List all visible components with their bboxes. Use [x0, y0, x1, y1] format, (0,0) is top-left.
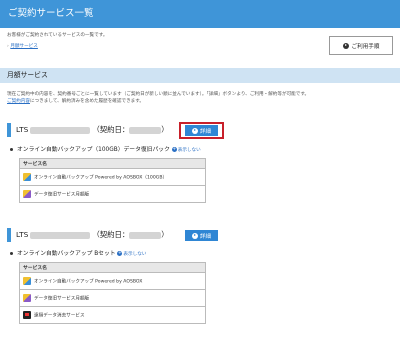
- hide-details-link[interactable]: + 表示しない: [117, 251, 147, 257]
- detail-button-label: 詳細: [199, 128, 211, 135]
- nav-link-label: 月額サービス: [10, 44, 38, 49]
- hide-details-label: 表示しない: [123, 252, 147, 257]
- contract-date-close: ）: [161, 125, 169, 134]
- section-description-2: ご契約内容につきまして、解約済みを含めた履歴を確認できます。: [7, 99, 144, 105]
- plan-name: オンライン自動バックアップ Bセット: [17, 251, 116, 257]
- contract-marker: [7, 123, 11, 137]
- service-table: サービス名 オンライン自動バックアップ Powered by AOSBOX デー…: [19, 262, 206, 324]
- detail-button-label: 詳細: [199, 233, 211, 240]
- contract-history-link[interactable]: ご契約内容: [7, 99, 30, 104]
- table-row: オンライン自動バックアップ Powered by AOSBOX: [19, 272, 206, 290]
- contract-prefix: LTS: [16, 230, 29, 239]
- table-header: サービス名: [19, 262, 206, 273]
- section-description-tail: につきまして、解約済みを含めた履歴を確認できます。: [29, 99, 145, 104]
- service-name: 遠隔データ消去サービス: [34, 313, 85, 319]
- play-icon: [191, 127, 198, 134]
- table-row: オンライン自動バックアップ Powered by AOSBOX（100GB）: [19, 168, 206, 186]
- bullet-icon: [10, 252, 13, 255]
- plan-item: オンライン自動バックアップ（100GB）データ復旧パック + 表示しない: [10, 146, 201, 155]
- table-row: データ復旧サービス月額版: [19, 185, 206, 203]
- redacted-contract-date: [129, 231, 162, 239]
- hide-details-label: 表示しない: [177, 148, 201, 153]
- service-name: オンライン自動バックアップ Powered by AOSBOX（100GB）: [34, 175, 168, 181]
- data-erase-icon: [23, 311, 31, 319]
- page-title: ご契約サービス一覧: [0, 0, 400, 28]
- table-row: データ復旧サービス月額版: [19, 289, 206, 307]
- data-recovery-icon: [23, 190, 31, 198]
- service-name: データ復旧サービス月額版: [34, 192, 90, 198]
- service-table: サービス名 オンライン自動バックアップ Powered by AOSBOX（10…: [19, 158, 206, 203]
- redacted-contract-number: [30, 231, 91, 239]
- backup-icon: [23, 173, 31, 181]
- usage-guide-label: ご利用手順: [351, 43, 380, 50]
- page-intro: お客様がご契約されているサービスの一覧です。: [7, 33, 108, 38]
- redacted-contract-number: [30, 126, 91, 134]
- contract-marker: [7, 228, 11, 242]
- plan-name: オンライン自動バックアップ（100GB）データ復旧パック: [17, 147, 170, 153]
- contract-header: LTS （契約日： ）: [16, 228, 169, 242]
- data-recovery-icon: [23, 294, 31, 302]
- usage-guide-button[interactable]: ご利用手順: [329, 36, 393, 55]
- service-name: オンライン自動バックアップ Powered by AOSBOX: [34, 279, 143, 285]
- section-description: 現在ご契約中の内容を、契約番号ごとに一覧しています（ご契約日が新しい順に並んでい…: [7, 92, 310, 97]
- contract-prefix: LTS: [16, 125, 29, 134]
- play-icon: [191, 232, 198, 239]
- detail-button[interactable]: 詳細: [185, 230, 218, 241]
- contract-date-label: （契約日：: [92, 230, 130, 239]
- contract-header: LTS （契約日： ）: [16, 123, 169, 137]
- section-title: 月額サービス: [0, 68, 400, 83]
- plan-item: オンライン自動バックアップ Bセット + 表示しない: [10, 250, 146, 259]
- hide-details-link[interactable]: + 表示しない: [171, 147, 201, 153]
- play-icon: [342, 42, 349, 49]
- detail-button[interactable]: 詳細: [185, 125, 218, 136]
- plus-icon: +: [117, 251, 123, 256]
- contract-date-close: ）: [161, 230, 169, 239]
- service-name: データ復旧サービス月額版: [34, 296, 90, 302]
- backup-icon: [23, 277, 31, 285]
- contract-date-label: （契約日：: [92, 125, 130, 134]
- bullet-icon: [10, 148, 13, 151]
- plus-icon: +: [171, 147, 177, 152]
- redacted-contract-date: [129, 126, 162, 134]
- table-header: サービス名: [19, 158, 206, 169]
- nav-link-monthly[interactable]: › 月額サービス: [7, 44, 38, 50]
- table-row: 遠隔データ消去サービス: [19, 306, 206, 324]
